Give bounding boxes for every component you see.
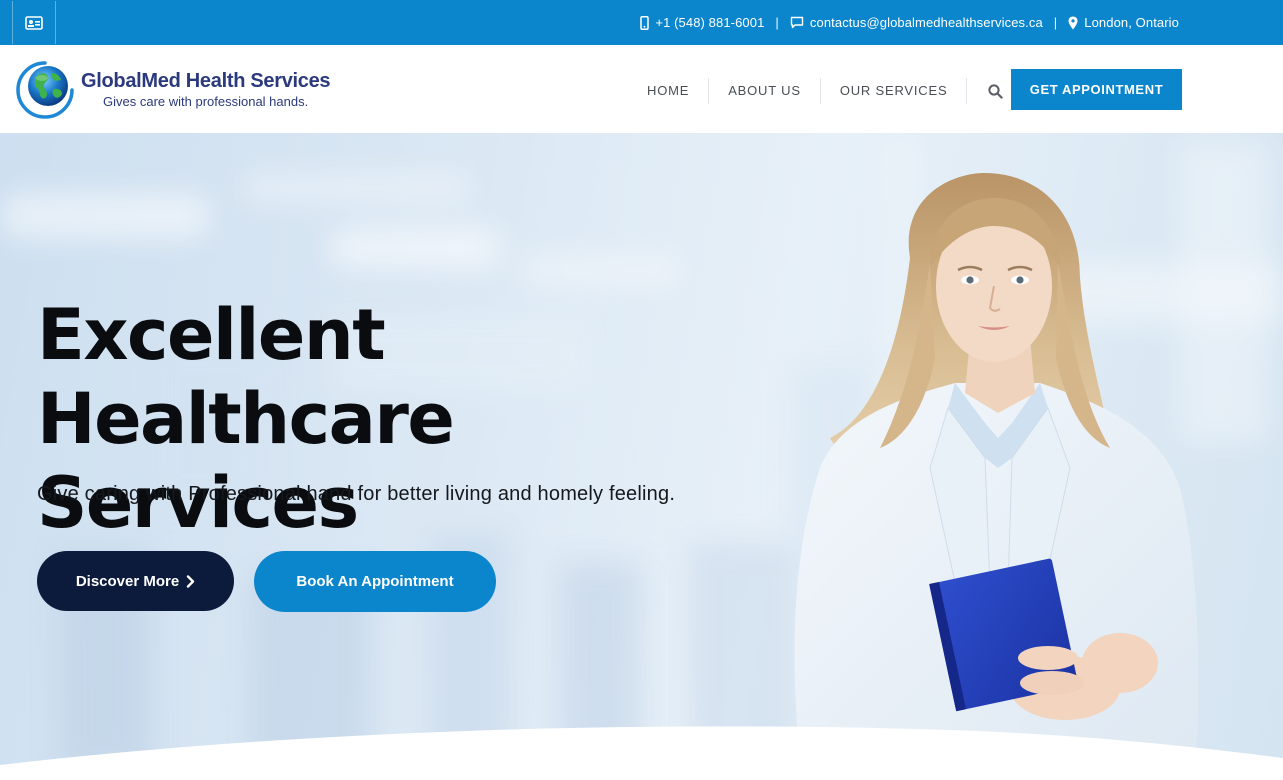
- search-icon: [988, 83, 1003, 99]
- map-pin-icon: [1068, 16, 1078, 29]
- doctor-image: [794, 173, 1199, 780]
- chevron-right-icon: [186, 574, 195, 588]
- topbar-toggle-button[interactable]: [12, 1, 56, 44]
- logo-text: GlobalMed Health Services Gives care wit…: [81, 69, 331, 109]
- hero-heading: Excellent Healthcare Services: [37, 293, 797, 545]
- email-text[interactable]: contactus@globalmedhealthservices.ca: [810, 15, 1043, 30]
- topbar-location: London, Ontario: [1068, 15, 1179, 30]
- hero-section: Excellent Healthcare Services Give carin…: [0, 133, 1283, 780]
- topbar-separator: |: [1053, 15, 1058, 30]
- discover-more-label: Discover More: [75, 572, 180, 590]
- top-bar: +1 (548) 881-6001 | contactus@globalmedh…: [0, 0, 1283, 45]
- topbar-separator: |: [775, 15, 779, 30]
- site-header: GlobalMed Health Services Gives care wit…: [0, 45, 1283, 133]
- topbar-email[interactable]: contactus@globalmedhealthservices.ca: [790, 15, 1043, 30]
- main-nav: HOME ABOUT US OUR SERVICES: [628, 73, 1023, 109]
- chat-bubble-icon: [790, 16, 804, 29]
- logo-tagline: Gives care with professional hands.: [103, 93, 309, 109]
- discover-more-button[interactable]: Discover More: [37, 551, 234, 611]
- location-text: London, Ontario: [1084, 15, 1179, 30]
- book-appointment-button[interactable]: Book An Appointment: [254, 551, 496, 612]
- hero-bottom-curve: [0, 726, 1283, 780]
- hero-heading-line1: Excellent Healthcare: [37, 294, 455, 460]
- phone-text[interactable]: +1 (548) 881-6001: [655, 15, 764, 30]
- hero-subheading: Give caring with Professional hand for b…: [37, 483, 676, 505]
- topbar-phone[interactable]: +1 (548) 881-6001: [640, 15, 764, 30]
- topbar-contact-info: +1 (548) 881-6001 | contactus@globalmedh…: [640, 0, 1179, 45]
- logo-title: GlobalMed Health Services: [81, 69, 331, 92]
- site-logo[interactable]: GlobalMed Health Services Gives care wit…: [14, 59, 334, 121]
- nav-our-services[interactable]: OUR SERVICES: [821, 78, 968, 104]
- get-appointment-button[interactable]: GET APPOINTMENT: [1011, 69, 1182, 110]
- id-card-icon: [25, 15, 43, 30]
- nav-about-us[interactable]: ABOUT US: [709, 78, 821, 104]
- nav-home[interactable]: HOME: [628, 78, 710, 104]
- mobile-phone-icon: [640, 15, 650, 30]
- globe-logo-icon: [16, 61, 74, 119]
